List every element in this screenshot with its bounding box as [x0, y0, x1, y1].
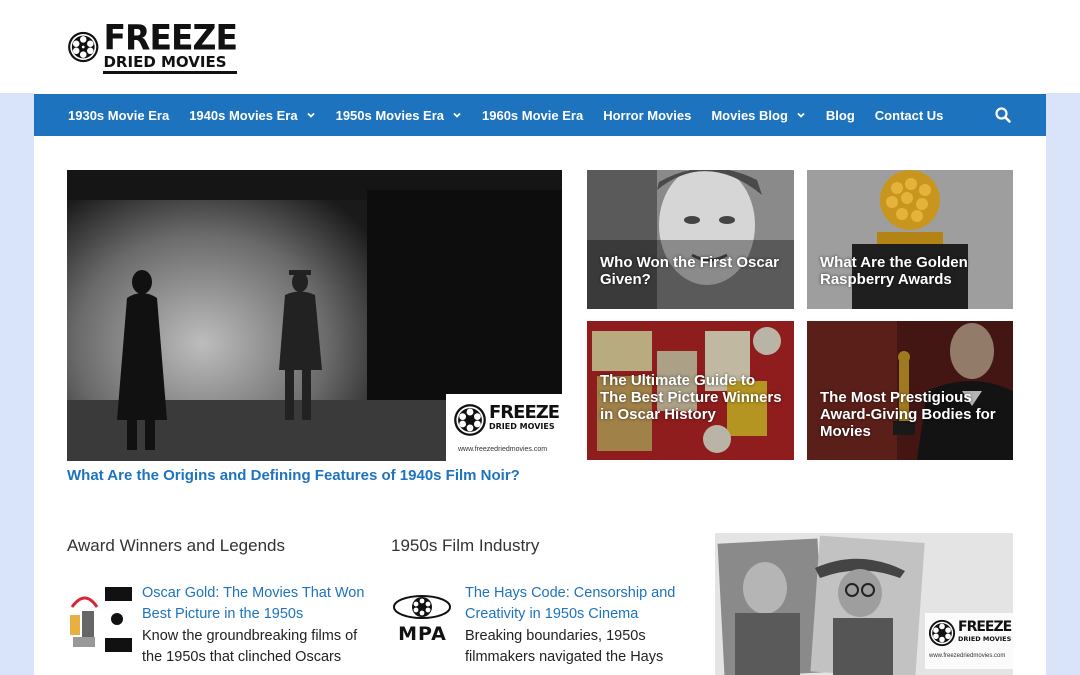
logo-line1: FREEZE [103, 16, 238, 58]
watermark-line2: DRIED MOVIES [958, 635, 1012, 643]
nav-item-label: Contact Us [874, 107, 944, 123]
film-reel-icon [454, 404, 486, 436]
watermark-line1: FREEZE [958, 619, 1012, 635]
section-title-award-winners: Award Winners and Legends [67, 536, 285, 555]
post-excerpt-oscar-gold: Know the groundbreaking films of the 195… [142, 628, 358, 665]
tile-label: What Are the Golden Raspberry Awards [820, 254, 968, 288]
post-title-hays-code[interactable]: The Hays Code: Censorship and Creativity… [465, 583, 695, 625]
tile-label: The Most Prestigious Award-Giving Bodies… [820, 389, 996, 440]
watermark-url: www.freezedriedmovies.com [929, 653, 1006, 659]
tile-label: Who Won the First Oscar Given? [600, 254, 779, 288]
nav-item-label: Movies Blog [711, 107, 788, 123]
film-reel-icon [928, 619, 956, 647]
sidebar-featured-image[interactable]: FREEZE DRIED MOVIES www.freezedriedmovie… [715, 533, 1013, 675]
nav-item-1940s[interactable]: 1940s Movies Era [189, 108, 315, 123]
nav-item-label: Horror Movies [603, 107, 692, 123]
nav-item-1950s[interactable]: 1950s Movies Era [336, 108, 462, 123]
film-reel-icon [68, 31, 99, 63]
chevron-down-icon [797, 112, 805, 118]
nav-item-movies-blog[interactable]: Movies Blog [711, 108, 806, 123]
search-icon[interactable] [994, 106, 1012, 124]
mpa-logo-text: MPA [398, 623, 447, 645]
raspberry-trophy-image [807, 170, 1013, 309]
watermark-line1: FREEZE [489, 402, 560, 423]
site-logo[interactable]: FREEZE DRIED MOVIES [67, 16, 238, 78]
watermark-line2: DRIED MOVIES [489, 422, 555, 431]
featured-tile-best-picture-guide[interactable]: The Ultimate Guide to The Best Picture W… [587, 321, 794, 460]
featured-main-image[interactable]: FREEZE DRIED MOVIES www.freezedriedmovie… [67, 170, 562, 461]
nav-item-label: 1940s Movies Era [189, 107, 298, 123]
featured-tile-golden-raspberry[interactable]: What Are the Golden Raspberry Awards [807, 170, 1014, 309]
featured-tile-award-bodies[interactable]: The Most Prestigious Award-Giving Bodies… [807, 321, 1014, 460]
watermark-url: www.freezedriedmovies.com [458, 446, 548, 453]
watermark-badge: FREEZE DRIED MOVIES www.freezedriedmovie… [446, 394, 562, 461]
nav-item-label: Blog [825, 107, 855, 123]
actress-portrait-image [587, 170, 794, 309]
nav-item-blog[interactable]: Blog [826, 108, 855, 123]
chevron-down-icon [453, 112, 461, 118]
featured-tile-first-oscar[interactable]: Who Won the First Oscar Given? [587, 170, 794, 309]
post-excerpt-hays-code: Breaking boundaries, 1950s filmmakers na… [465, 628, 664, 665]
post-thumbnail-oscar-gold[interactable] [67, 587, 132, 652]
nav-item-label: 1930s Movie Era [68, 107, 170, 123]
section-title-film-industry: 1950s Film Industry [391, 536, 540, 555]
nav-item-label: 1950s Movies Era [335, 107, 444, 123]
chevron-down-icon [306, 112, 315, 118]
tile-label: The Ultimate Guide to The Best Picture W… [600, 372, 782, 423]
post-title-oscar-gold[interactable]: Oscar Gold: The Movies That Won Best Pic… [142, 583, 372, 625]
oscar-gold-thumbnail [67, 587, 132, 652]
nav-item-1930s[interactable]: 1930s Movie Era [68, 108, 169, 123]
nav-item-label: 1960s Movie Era [482, 107, 584, 123]
nav-item-horror[interactable]: Horror Movies [603, 108, 691, 123]
nav-item-1960s[interactable]: 1960s Movie Era [482, 108, 583, 123]
page-side-background-right [1046, 93, 1080, 675]
nav-item-contact[interactable]: Contact Us [875, 108, 944, 123]
watermark-badge: FREEZE DRIED MOVIES www.freezedriedmovie… [925, 613, 1013, 669]
page-side-background-left [0, 93, 34, 675]
post-thumbnail-hays-code[interactable]: MPA [390, 587, 455, 652]
featured-main-title[interactable]: What Are the Origins and Defining Featur… [67, 467, 562, 484]
main-navigation: 1930s Movie Era 1940s Movies Era 1950s M… [34, 94, 1046, 136]
